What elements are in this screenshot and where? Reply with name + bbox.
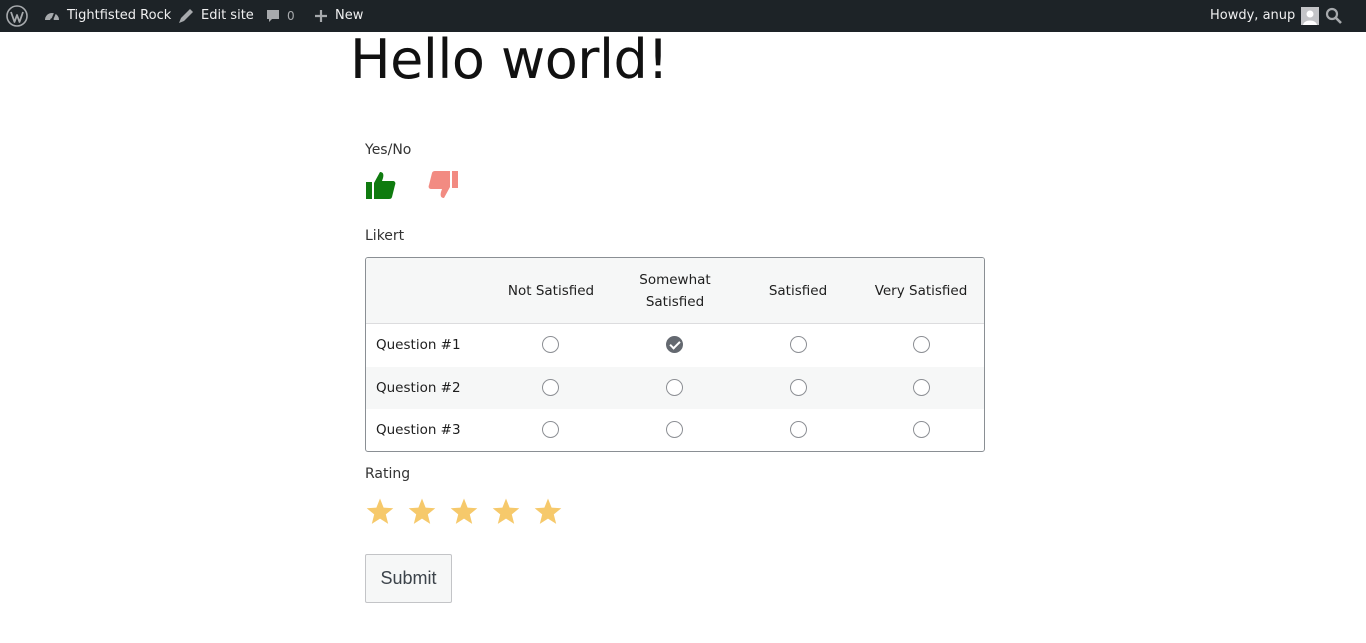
q2-satisfied-radio[interactable] [790, 379, 807, 396]
edit-site-icon [179, 9, 193, 23]
likert-col-not-satisfied: Not Satisfied [507, 283, 595, 299]
site-name: Tightfisted Rock [67, 8, 172, 23]
likert-col-somewhat-satisfied: Somewhat Satisfied [639, 272, 711, 310]
my-account-link[interactable]: Howdy, anup [1210, 0, 1320, 32]
comments-count: 0 [287, 9, 295, 23]
q2-very-satisfied-radio[interactable] [913, 379, 930, 396]
yesno-label: Yes/No [365, 142, 412, 158]
submit-button[interactable]: Submit [365, 554, 452, 603]
likert-question-label: Question #2 [376, 380, 461, 396]
rating-stars [365, 497, 563, 527]
q3-very-satisfied-radio[interactable] [913, 421, 930, 438]
likert-question-label: Question #1 [376, 337, 461, 353]
likert-col-satisfied: Satisfied [768, 283, 828, 299]
edit-site-link[interactable]: Edit site [177, 0, 254, 32]
likert-table: Not Satisfied Somewhat Satisfied Satisfi… [365, 257, 985, 452]
q2-somewhat-satisfied-radio[interactable] [666, 379, 683, 396]
star-1-icon[interactable] [365, 497, 395, 527]
star-4-icon[interactable] [491, 497, 521, 527]
comments-link[interactable]: 0 [265, 0, 295, 32]
q1-somewhat-satisfied-radio[interactable] [666, 336, 683, 353]
plus-icon [315, 10, 327, 22]
star-5-icon[interactable] [533, 497, 563, 527]
edit-site-label: Edit site [201, 8, 254, 23]
q1-very-satisfied-radio[interactable] [913, 336, 930, 353]
wordpress-icon [6, 5, 28, 27]
thumbs-down-icon [428, 171, 458, 198]
q1-satisfied-radio[interactable] [790, 336, 807, 353]
thumbs-up-button[interactable] [365, 170, 397, 204]
star-2-icon[interactable] [407, 497, 437, 527]
q1-not-satisfied-radio[interactable] [542, 336, 559, 353]
likert-row: Question #1 [366, 324, 984, 366]
howdy-text: Howdy, anup [1210, 8, 1296, 23]
likert-col-very-satisfied: Very Satisfied [874, 283, 968, 299]
comment-icon [267, 10, 279, 22]
q3-somewhat-satisfied-radio[interactable] [666, 421, 683, 438]
likert-row: Question #3 [366, 409, 984, 451]
likert-label: Likert [365, 228, 405, 244]
site-name-link[interactable]: Tightfisted Rock [43, 0, 171, 32]
admin-bar: Tightfisted Rock Edit site 0 New Howdy, … [0, 0, 1366, 32]
search-icon [1325, 7, 1342, 24]
page-title: Hello world! [350, 28, 669, 91]
rating-label: Rating [365, 466, 411, 482]
likert-question-label: Question #3 [376, 422, 461, 438]
search-button[interactable] [1325, 0, 1343, 32]
q3-satisfied-radio[interactable] [790, 421, 807, 438]
thumbs-up-icon [366, 172, 396, 199]
likert-row: Question #2 [366, 367, 984, 409]
dashboard-icon [45, 12, 59, 22]
avatar-icon [1301, 7, 1320, 25]
q2-not-satisfied-radio[interactable] [542, 379, 559, 396]
star-3-icon[interactable] [449, 497, 479, 527]
q3-not-satisfied-radio[interactable] [542, 421, 559, 438]
likert-header: Not Satisfied Somewhat Satisfied Satisfi… [366, 258, 984, 324]
wordpress-logo-button[interactable] [6, 0, 28, 32]
thumbs-down-button[interactable] [427, 170, 459, 204]
